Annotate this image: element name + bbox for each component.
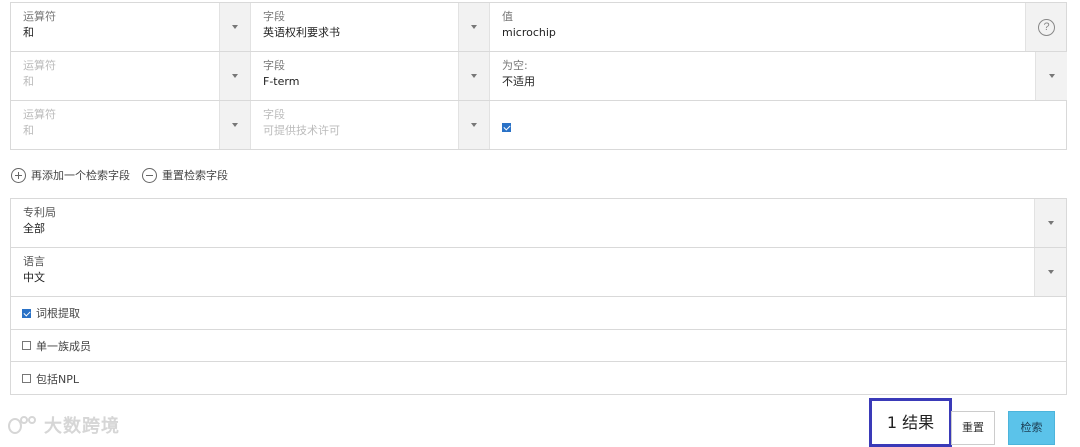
operator-select-2[interactable]: 运算符 和 bbox=[11, 52, 219, 100]
field-select-2[interactable]: 字段 F-term bbox=[251, 52, 459, 100]
field-value: 可提供技术许可 bbox=[263, 124, 340, 137]
office-select[interactable]: 专利局 全部 bbox=[11, 199, 1066, 248]
empty-value-select[interactable]: 为空: 不适用 bbox=[490, 52, 1035, 100]
office-label: 专利局 bbox=[23, 206, 56, 219]
empty-value-dropdown-toggle[interactable] bbox=[1035, 52, 1067, 100]
add-field-label: 再添加一个检索字段 bbox=[31, 169, 130, 182]
single-family-option[interactable]: 单一族成员 bbox=[11, 330, 1066, 362]
criteria-row-2: 运算符 和 字段 F-term 为空: 不适用 bbox=[10, 51, 1067, 101]
single-family-label: 单一族成员 bbox=[36, 339, 91, 353]
help-icon: ? bbox=[1038, 19, 1055, 36]
chevron-down-icon bbox=[1048, 74, 1055, 78]
language-select[interactable]: 语言 中文 bbox=[11, 248, 1066, 297]
operator-select-1[interactable]: 运算符 和 bbox=[11, 3, 219, 51]
operator-dropdown-toggle-3[interactable] bbox=[219, 101, 251, 149]
criteria-row-1: 运算符 和 字段 英语权利要求书 值 microchip ? bbox=[10, 2, 1067, 52]
watermark-icon bbox=[8, 414, 40, 436]
field-select-1[interactable]: 字段 英语权利要求书 bbox=[251, 3, 459, 51]
field-label: 字段 bbox=[263, 108, 285, 121]
watermark-logo: 大数跨境 bbox=[8, 412, 120, 438]
field-dropdown-toggle-2[interactable] bbox=[458, 52, 490, 100]
value-input-1[interactable]: 值 microchip bbox=[490, 3, 1020, 51]
operator-label: 运算符 bbox=[23, 108, 56, 121]
operator-dropdown-toggle-2[interactable] bbox=[219, 52, 251, 100]
licensing-checkbox[interactable] bbox=[502, 123, 511, 132]
chevron-down-icon bbox=[471, 123, 477, 127]
field-dropdown-toggle-3[interactable] bbox=[458, 101, 490, 149]
value-text: 不适用 bbox=[502, 75, 535, 88]
help-button[interactable]: ? bbox=[1025, 3, 1066, 51]
field-label: 字段 bbox=[263, 10, 285, 23]
search-options: 专利局 全部 语言 中文 词根提取 单一族成员 包括NPL bbox=[10, 198, 1067, 395]
language-value: 中文 bbox=[23, 271, 45, 284]
chevron-down-icon bbox=[232, 25, 238, 29]
result-count: 1 结果 bbox=[869, 398, 952, 447]
search-button[interactable]: 检索 bbox=[1008, 411, 1055, 445]
operator-value: 和 bbox=[23, 75, 34, 88]
include-npl-option[interactable]: 包括NPL bbox=[11, 362, 1066, 395]
reset-fields-link[interactable]: 重置检索字段 bbox=[142, 167, 228, 183]
stemming-option[interactable]: 词根提取 bbox=[11, 297, 1066, 330]
language-dropdown-toggle[interactable] bbox=[1034, 248, 1066, 296]
field-dropdown-toggle-1[interactable] bbox=[458, 3, 490, 51]
criteria-row-3: 运算符 和 字段 可提供技术许可 bbox=[10, 100, 1067, 150]
reset-fields-label: 重置检索字段 bbox=[162, 169, 228, 182]
operator-value: 和 bbox=[23, 26, 34, 39]
chevron-down-icon bbox=[471, 74, 477, 78]
field-value: F-term bbox=[263, 75, 300, 88]
operator-label: 运算符 bbox=[23, 10, 56, 23]
stemming-label: 词根提取 bbox=[36, 307, 80, 320]
field-select-3[interactable]: 字段 可提供技术许可 bbox=[251, 101, 459, 149]
add-field-link[interactable]: 再添加一个检索字段 bbox=[11, 167, 130, 183]
chevron-down-icon bbox=[1047, 221, 1054, 225]
field-label: 字段 bbox=[263, 59, 285, 72]
office-value: 全部 bbox=[23, 222, 45, 235]
office-dropdown-toggle[interactable] bbox=[1034, 199, 1066, 247]
chevron-down-icon bbox=[232, 123, 238, 127]
value-label: 值 bbox=[502, 10, 513, 23]
field-value: 英语权利要求书 bbox=[263, 26, 340, 39]
operator-label: 运算符 bbox=[23, 59, 56, 72]
include-npl-label: 包括NPL bbox=[36, 372, 79, 386]
licensing-checkbox-cell bbox=[490, 101, 1050, 149]
chevron-down-icon bbox=[471, 25, 477, 29]
chevron-down-icon bbox=[232, 74, 238, 78]
reset-button[interactable]: 重置 bbox=[951, 411, 995, 445]
watermark-text: 大数跨境 bbox=[44, 416, 120, 437]
operator-value: 和 bbox=[23, 124, 34, 137]
include-npl-checkbox[interactable] bbox=[22, 374, 31, 383]
single-family-checkbox[interactable] bbox=[22, 341, 31, 350]
value-label: 为空: bbox=[502, 59, 528, 72]
stemming-checkbox[interactable] bbox=[22, 308, 31, 318]
chevron-down-icon bbox=[1047, 270, 1054, 274]
value-text: microchip bbox=[502, 26, 556, 39]
operator-dropdown-toggle-1[interactable] bbox=[219, 3, 251, 51]
minus-circle-icon bbox=[142, 167, 157, 183]
operator-select-3[interactable]: 运算符 和 bbox=[11, 101, 219, 149]
plus-circle-icon bbox=[11, 167, 26, 183]
language-label: 语言 bbox=[23, 255, 45, 268]
